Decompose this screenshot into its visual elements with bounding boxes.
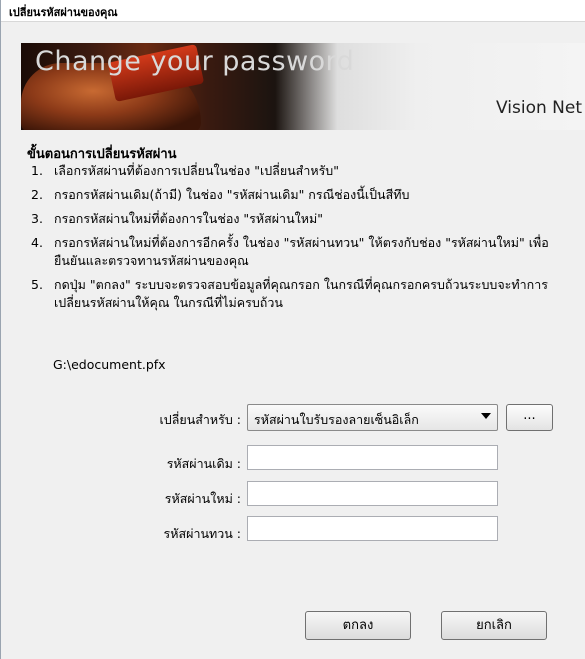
instruction-step: 4. กรอกรหัสผ่านใหม่ที่ต้องการอีกครั้ง ใน…: [31, 234, 576, 270]
step-text: กรอกรหัสผ่านใหม่ที่ต้องการอีกครั้ง ในช่อ…: [54, 235, 549, 268]
browse-button[interactable]: ...: [506, 404, 553, 431]
step-text: เลือกรหัสผ่านที่ต้องการเปลี่ยนในช่อง "เป…: [54, 163, 339, 178]
instruction-step: 2. กรอกรหัสผ่านเดิม(ถ้ามี) ในช่อง "รหัสผ…: [31, 186, 576, 204]
vision-net-logo: Vision Net: [496, 98, 582, 118]
cancel-button[interactable]: ยกเลิก: [441, 611, 547, 640]
confirm-password-label: รหัสผ่านทวน :: [163, 526, 241, 541]
instruction-step: 5. กดปุ่ม "ตกลง" ระบบจะตรวจสอบข้อมูลที่ค…: [31, 276, 576, 312]
banner-title: Change your password: [35, 46, 355, 77]
new-password-label: รหัสผ่านใหม่ :: [164, 491, 241, 506]
step-number: 5.: [31, 277, 43, 292]
change-for-selected-value: รหัสผ่านใบรับรองลายเซ็นอิเล็ก: [254, 412, 419, 427]
instructions-heading: ขั้นตอนการเปลี่ยนรหัสผ่าน: [27, 147, 177, 162]
instructions-list: 1. เลือกรหัสผ่านที่ต้องการเปลี่ยนในช่อง …: [31, 162, 576, 318]
certificate-file-path: G:\edocument.pfx: [53, 357, 166, 372]
change-for-select[interactable]: รหัสผ่านใบรับรองลายเซ็นอิเล็ก: [247, 404, 498, 431]
header-banner: Change your password Vision Net: [21, 43, 585, 130]
chevron-down-icon: [481, 413, 491, 419]
change-for-label: เปลี่ยนสำหรับ :: [159, 412, 241, 427]
ok-button[interactable]: ตกลง: [305, 611, 411, 640]
step-number: 3.: [31, 211, 43, 226]
step-number: 2.: [31, 187, 43, 202]
old-password-label: รหัสผ่านเดิม :: [166, 456, 241, 471]
step-text: กรอกรหัสผ่านเดิม(ถ้ามี) ในช่อง "รหัสผ่าน…: [54, 187, 410, 202]
title-bar: เปลี่ยนรหัสผ่านของคุณ: [1, 0, 585, 22]
new-password-field[interactable]: [247, 481, 498, 506]
window-title: เปลี่ยนรหัสผ่านของคุณ: [9, 6, 118, 19]
step-number: 1.: [31, 163, 43, 178]
old-password-field[interactable]: [247, 445, 498, 470]
instruction-step: 1. เลือกรหัสผ่านที่ต้องการเปลี่ยนในช่อง …: [31, 162, 576, 180]
change-password-dialog: เปลี่ยนรหัสผ่านของคุณ Change your passwo…: [0, 0, 585, 659]
step-text: กดปุ่ม "ตกลง" ระบบจะตรวจสอบข้อมูลที่คุณก…: [54, 277, 548, 310]
step-number: 4.: [31, 235, 43, 250]
instruction-step: 3. กรอกรหัสผ่านใหม่ที่ต้องการในช่อง "รหั…: [31, 210, 576, 228]
step-text: กรอกรหัสผ่านใหม่ที่ต้องการในช่อง "รหัสผ่…: [54, 211, 323, 226]
confirm-password-field[interactable]: [247, 516, 498, 541]
